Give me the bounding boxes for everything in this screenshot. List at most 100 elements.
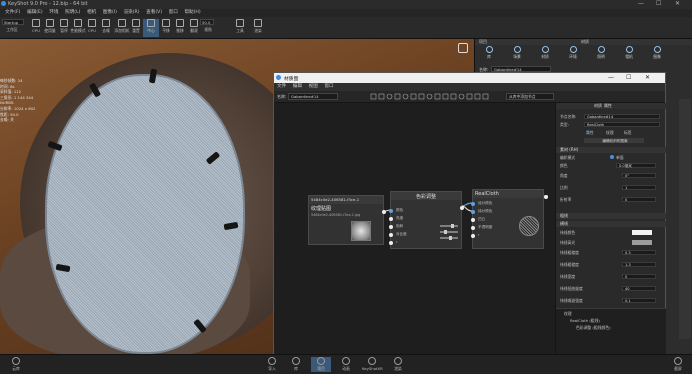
name-label: 名称: [277,94,287,99]
input-port[interactable] [389,225,393,229]
input-port[interactable] [389,217,393,221]
tab-material[interactable]: 材质 [535,46,555,60]
value-field[interactable]: 0 [622,197,656,202]
tree-item[interactable]: 色彩调整 (粗线颜色) [576,325,611,331]
input-port[interactable] [471,234,475,238]
section-fabric[interactable]: 素材 (RH) [556,147,666,153]
cloud-library-button[interactable]: 云库 [6,357,26,372]
minimize-icon[interactable]: — [608,74,614,81]
animation-button[interactable]: 动画 [336,357,356,372]
menu-view[interactable]: 视图 [309,83,318,91]
tab-camera[interactable]: 相机 [619,46,639,60]
realcloth-node[interactable]: RealCloth 经纱颜色 纬纱颜色 凹凸 不透明度 r [471,189,548,249]
tab-properties[interactable]: 属性 [586,130,594,136]
value-field[interactable]: 0.1 [622,298,656,303]
workspace-button[interactable]: 工作区 [4,26,20,37]
input-port[interactable] [389,209,393,213]
input-port[interactable] [471,202,475,206]
graph-tool-icons[interactable] [370,93,490,101]
input-port[interactable] [471,218,475,222]
section-warp[interactable]: 横线 [556,221,666,227]
close-icon[interactable]: ✕ [675,0,680,7]
maximize-icon[interactable]: ☐ [656,0,661,7]
type-select[interactable]: RealCloth [584,122,660,127]
input-port[interactable] [389,233,393,237]
maximize-icon[interactable]: ☐ [626,74,631,81]
render-button[interactable]: 渲染 [250,19,266,37]
input-port[interactable] [389,241,393,245]
texture-map-node[interactable]: 5484c0e2-406581-f3ce-1 纹理贴图 5484c0e2-406… [308,195,386,245]
menu-edit[interactable]: 编辑 [293,83,302,91]
tab-scene[interactable]: 场景 [507,46,527,60]
tree-item[interactable]: 纹理 [564,311,572,317]
value-field[interactable]: 0.0毫米 [616,163,656,168]
workspace-select[interactable]: Startup [2,19,24,25]
menu-camera[interactable]: 相机 [87,9,96,17]
node-subtitle: 5484c0e2-406581-f3ce-1.jpg [311,213,361,217]
panel-header: 项目 材质 [475,39,692,45]
render-button[interactable]: 渲染 [388,357,408,372]
add-node-search[interactable]: 从库中添加节点 [506,93,554,100]
menu-lighting[interactable]: 照明(L) [65,9,80,17]
center-button[interactable]: 中心 [143,19,159,37]
value-field[interactable]: 40 [622,286,656,291]
radio-single[interactable] [610,155,614,159]
tab-texture[interactable]: 纹理 [606,130,614,136]
output-port[interactable] [460,206,464,210]
import-icon [268,357,276,365]
camera-widget-icon[interactable] [458,43,468,53]
cpu2-icon [88,19,96,27]
menu-view[interactable]: 查看(V) [146,9,162,17]
warp-color-swatch[interactable] [632,230,652,235]
tree-item[interactable]: RealCloth (粗线) [570,318,600,324]
color-adjust-node[interactable]: 色彩调整 颜色 亮度 饱和 对比度 r [389,191,464,249]
pan-icon [162,19,170,27]
menu-render[interactable]: 渲染(R) [124,9,140,17]
menu-environment[interactable]: 环境 [49,9,58,17]
project-button[interactable]: 项目 [311,357,331,372]
menu-window[interactable]: 窗口 [169,9,178,17]
output-port[interactable] [544,195,548,199]
menu-window[interactable]: 窗口 [324,83,333,91]
menu-file[interactable]: 文件 [277,83,286,91]
value-field[interactable]: 0 [622,274,656,279]
warp-specular-swatch[interactable] [632,240,652,245]
section-thread[interactable]: 粗线 [556,213,666,219]
tab-image[interactable]: 图像 [647,46,667,60]
zoom-input[interactable]: 50.0 [200,19,214,25]
value-field[interactable]: 0.3 [622,250,656,255]
pause-icon [60,19,68,27]
import-button[interactable]: 导入 [262,357,282,372]
tab-environment[interactable]: 环境 [563,46,583,60]
view-angle-button[interactable]: 视角 [200,26,216,37]
input-port[interactable] [471,226,475,230]
menu-file[interactable]: 文件(F) [5,9,20,17]
value-field[interactable]: 1.3 [622,262,656,267]
input-port[interactable] [471,210,475,214]
value-field[interactable]: 0° [622,173,656,178]
tab-lighting[interactable]: 照明 [591,46,611,60]
minimize-icon[interactable]: — [638,0,644,7]
tab-labels[interactable]: 标签 [624,130,632,136]
close-icon[interactable]: ✕ [645,74,650,81]
output-port[interactable] [382,210,386,214]
tab-library[interactable]: 库 [479,46,499,60]
library-button[interactable]: 库 [286,357,306,372]
edit-weave-button[interactable]: 编辑纺织布图案 [584,138,644,143]
panel-scrollbar[interactable] [679,99,691,339]
keyshotxr-button[interactable]: KeyShotXR [362,357,383,371]
menu-edit[interactable]: 编辑(E) [27,9,43,17]
reset-button[interactable]: 重置 [128,19,144,37]
material-graph-titlebar: 材质图 — ☐ ✕ [274,73,665,83]
menu-image[interactable]: 图像(I) [103,9,117,17]
screenshot-button[interactable]: 截屏 [668,357,688,372]
denoise-button[interactable]: 去噪 [98,19,114,37]
node-canvas[interactable]: 5484c0e2-406581-f3ce-1 纹理贴图 5484c0e2-406… [274,103,555,366]
menu-help[interactable]: 帮助(H) [184,9,200,17]
tools-button[interactable]: 工具 [232,19,248,37]
material-name-field[interactable]: Gabardine#14 [288,93,338,100]
menu-bar: 文件(F) 编辑(E) 环境 照明(L) 相机 图像(I) 渲染(R) 查看(V… [0,9,692,17]
fabric-render [45,74,245,354]
value-field[interactable]: 1 [622,185,656,190]
node-name-field[interactable]: Gabardine#14 [584,114,660,119]
